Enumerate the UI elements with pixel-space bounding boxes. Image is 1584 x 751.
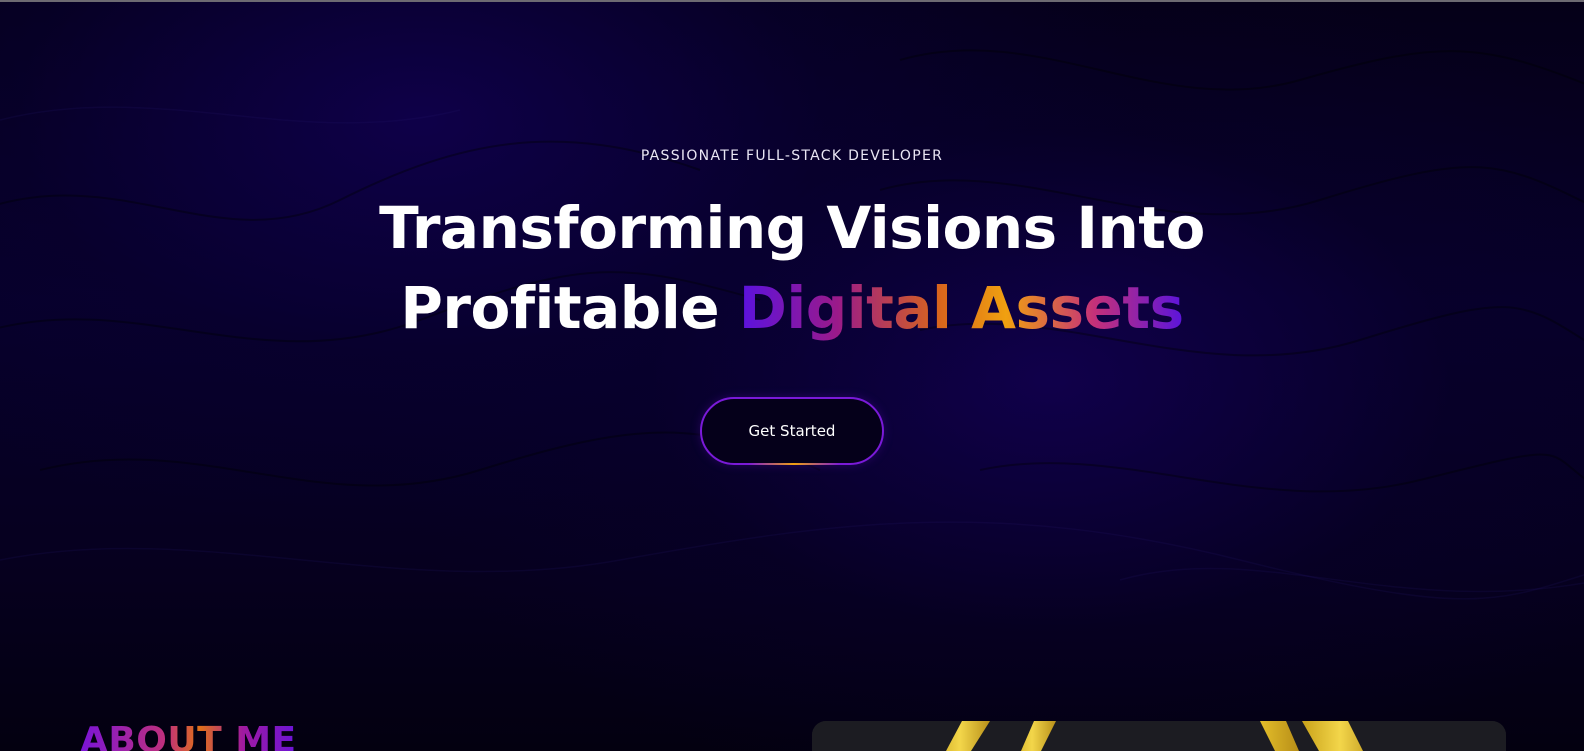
- about-section-title: ABOUT ME: [80, 720, 297, 751]
- about-photo-graphic: [812, 721, 1506, 751]
- get-started-button[interactable]: Get Started: [700, 397, 884, 465]
- hero-eyebrow: PASSIONATE FULL-STACK DEVELOPER: [640, 148, 944, 164]
- headline-line-2: Profitable Digital Assets: [0, 268, 1584, 348]
- background-texture: [0, 49, 1584, 600]
- hero-headline: Transforming Visions Into Profitable Dig…: [0, 188, 1584, 348]
- headline-highlight-text: Digital Assets: [738, 274, 1184, 342]
- headline-plain-text: Profitable: [400, 274, 720, 342]
- top-border: [0, 0, 1584, 2]
- page: PASSIONATE FULL-STACK DEVELOPER Transfor…: [0, 0, 1584, 751]
- about-photo: [812, 721, 1506, 751]
- headline-line-1: Transforming Visions Into: [379, 194, 1205, 262]
